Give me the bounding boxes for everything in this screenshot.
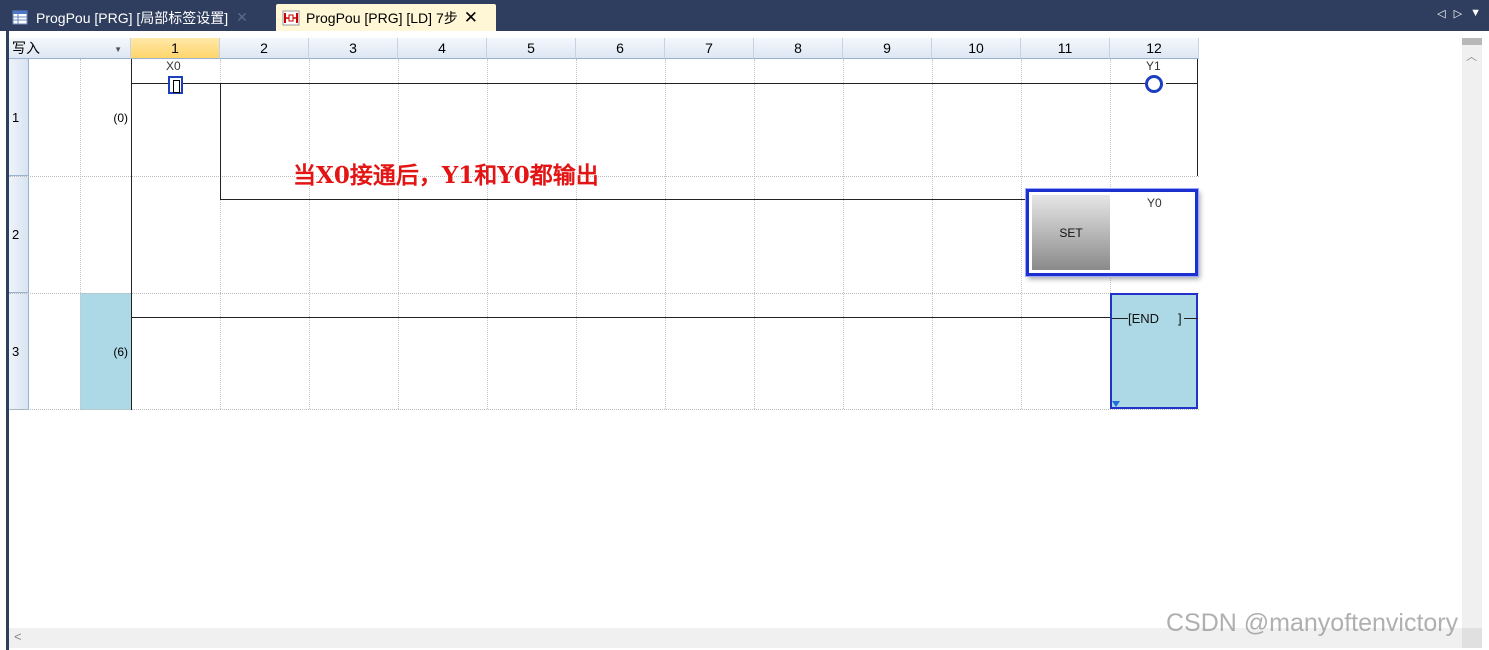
end-instruction-label: [END [1128,311,1160,326]
step-number: (0) [113,110,128,125]
end-wire-left [1112,318,1128,319]
mode-label: 写入 [12,40,40,56]
column-header[interactable]: 7 [665,38,754,59]
scrollbar-corner [1462,628,1482,648]
grid-line [576,59,577,409]
grid-line [1021,59,1022,409]
column-header[interactable]: 10 [932,38,1021,59]
branch-wire [220,83,221,200]
row-header[interactable]: 3 [9,293,29,410]
grid-line [754,59,755,409]
tab-ladder-program[interactable]: ProgPou [PRG] [LD] 7步 ✕ [276,4,496,31]
coil-device-label: Y1 [1146,59,1161,73]
ladder-program-icon [282,10,300,25]
column-header[interactable]: 2 [220,38,309,59]
ladder-editor-window: ProgPou [PRG] [局部标签设置] ✕ ProgPou [PRG] [… [0,0,1489,650]
column-header[interactable]: 11 [1021,38,1110,59]
column-header[interactable]: 4 [398,38,487,59]
left-power-rail [131,59,132,410]
rung-wire [132,83,168,84]
set-operand-label: Y0 [1147,196,1162,210]
scroll-up-icon[interactable]: ︿ [1466,48,1477,64]
tab-prev-icon[interactable]: ◁ [1437,7,1445,20]
grid-line [398,59,399,409]
rung-wire [1166,83,1197,84]
branch-wire [220,199,1026,200]
column-header[interactable]: 12 [1110,38,1199,59]
column-header[interactable]: 9 [843,38,932,59]
end-wire-right [1184,318,1198,319]
column-header[interactable]: 3 [309,38,398,59]
row-header[interactable]: 1 [9,59,29,176]
normally-open-contact-x0[interactable] [168,76,183,94]
step-number: (6) [80,293,131,410]
end-instruction-bracket: ] [1178,311,1182,326]
grid-line [309,59,310,409]
cursor-marker-icon [1112,401,1120,407]
column-header[interactable]: 5 [487,38,576,59]
vertical-scrollbar[interactable] [1462,38,1482,628]
contact-device-label: X0 [166,59,181,73]
ladder-editor-area[interactable] [6,31,1489,650]
set-instruction-label: SET [1059,225,1083,240]
grid-line [843,59,844,409]
column-header[interactable]: 6 [576,38,665,59]
grid-line [9,176,1199,177]
end-instruction-cell[interactable]: [END ] [1110,293,1198,409]
tab-navigation: ◁ ▷ ▼ [1437,7,1481,20]
grid-line [9,293,1199,294]
tab-list-dropdown-icon[interactable]: ▼ [1470,7,1481,20]
close-icon[interactable]: ✕ [464,8,478,28]
grid-line [80,59,81,409]
output-coil-y1[interactable] [1145,75,1163,93]
right-power-rail [1197,59,1198,176]
column-header-row: 写入 ▼ 1 2 3 4 5 6 7 8 9 10 11 12 [9,38,1199,59]
grid-line [487,59,488,409]
document-tab-bar: ProgPou [PRG] [局部标签设置] ✕ ProgPou [PRG] [… [0,0,1489,31]
rung-wire [183,83,1145,84]
set-instruction-button[interactable]: SET [1032,195,1110,270]
grid-line [9,409,1199,410]
annotation-text: 当X0接通后，Y1和Y0都输出 [293,162,599,189]
close-icon[interactable]: ✕ [236,9,248,26]
chevron-down-icon[interactable]: ▼ [114,45,122,54]
step-number [80,176,131,293]
column-header[interactable]: 1 [131,38,220,59]
tab-next-icon[interactable]: ▷ [1454,7,1462,20]
set-instruction-block[interactable]: SET Y0 [1026,189,1198,276]
scroll-left-icon[interactable]: < [14,629,22,644]
tab-local-label-settings[interactable]: ProgPou [PRG] [局部标签设置] ✕ [10,4,272,31]
grid-line [665,59,666,409]
label-table-icon [12,10,28,24]
mode-selector[interactable]: 写入 ▼ [9,38,131,59]
watermark-text: CSDN @manyoftenvictory [1166,609,1459,637]
column-header[interactable]: 8 [754,38,843,59]
tab-label: ProgPou [PRG] [LD] 7步 [306,9,458,26]
grid-line [932,59,933,409]
row-header[interactable]: 2 [9,176,29,293]
vertical-scrollbar-thumb[interactable] [1462,38,1482,45]
tab-label: ProgPou [PRG] [局部标签设置] [36,9,229,26]
end-rung-wire [132,317,1110,318]
